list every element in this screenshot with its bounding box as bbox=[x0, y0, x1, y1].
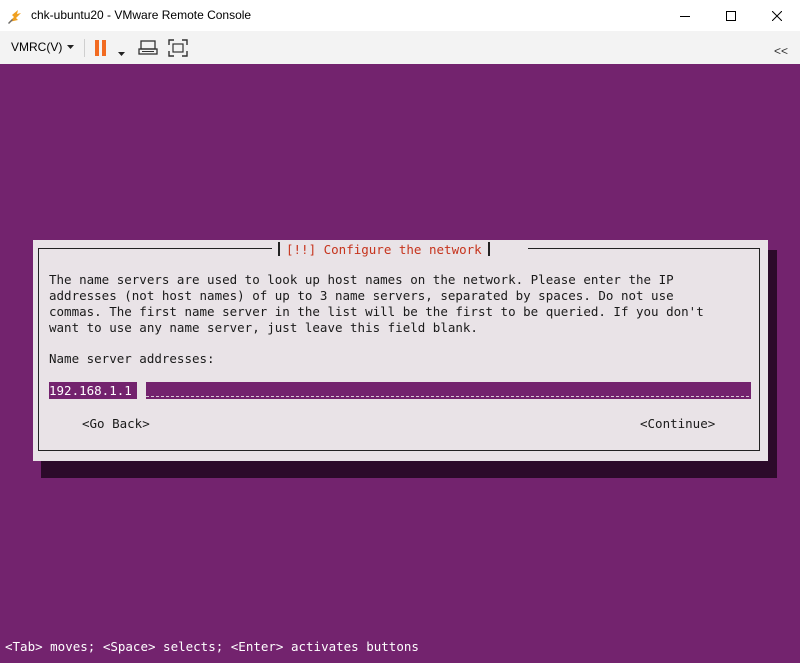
title-bracket-right bbox=[487, 242, 490, 256]
minimize-button[interactable] bbox=[662, 0, 708, 31]
name-server-label: Name server addresses: bbox=[49, 351, 215, 366]
maximize-icon bbox=[726, 10, 736, 21]
toolbar-separator bbox=[84, 39, 85, 57]
go-back-button[interactable]: <Go Back> bbox=[82, 416, 150, 431]
close-icon bbox=[772, 10, 782, 21]
maximize-button[interactable] bbox=[708, 0, 754, 31]
send-ctrl-alt-del-icon bbox=[138, 39, 158, 55]
pause-icon bbox=[95, 39, 106, 56]
window-title: chk-ubuntu20 - VMware Remote Console bbox=[31, 8, 252, 22]
vmware-remote-console-icon bbox=[6, 7, 24, 25]
chevron-down-icon bbox=[67, 45, 75, 49]
continue-button[interactable]: <Continue> bbox=[640, 416, 715, 431]
text-cursor bbox=[137, 382, 146, 399]
window-titlebar[interactable]: chk-ubuntu20 - VMware Remote Console bbox=[0, 0, 800, 31]
fullscreen-icon bbox=[168, 38, 188, 57]
collapse-toolbar-button[interactable]: << bbox=[774, 41, 788, 60]
title-bracket-left bbox=[278, 242, 280, 256]
fullscreen-button[interactable] bbox=[168, 38, 188, 57]
keyboard-hint: <Tab> moves; <Space> selects; <Enter> ac… bbox=[5, 639, 419, 654]
name-server-value: 192.168.1.1 bbox=[49, 383, 132, 398]
collapse-toolbar-icon: << bbox=[774, 43, 789, 58]
vmrc-toolbar: VMRC(V) << bbox=[0, 31, 800, 65]
dialog-title-bar: [!!] Configure the network bbox=[272, 240, 528, 258]
vmrc-menu-label: VMRC(V) bbox=[11, 40, 63, 54]
minimize-icon bbox=[680, 15, 690, 17]
pause-button[interactable] bbox=[94, 38, 108, 57]
power-options-dropdown[interactable] bbox=[118, 44, 125, 63]
input-underline bbox=[146, 396, 749, 397]
vmrc-menu-button[interactable]: VMRC(V) bbox=[11, 40, 75, 54]
chevron-down-icon bbox=[118, 51, 125, 56]
dialog-title: [!!] Configure the network bbox=[286, 241, 482, 257]
send-ctrl-alt-del-button[interactable] bbox=[138, 38, 158, 57]
close-button[interactable] bbox=[754, 0, 800, 31]
dialog-description: The name servers are used to look up hos… bbox=[49, 272, 704, 335]
name-server-input[interactable]: 192.168.1.1 bbox=[49, 382, 751, 399]
